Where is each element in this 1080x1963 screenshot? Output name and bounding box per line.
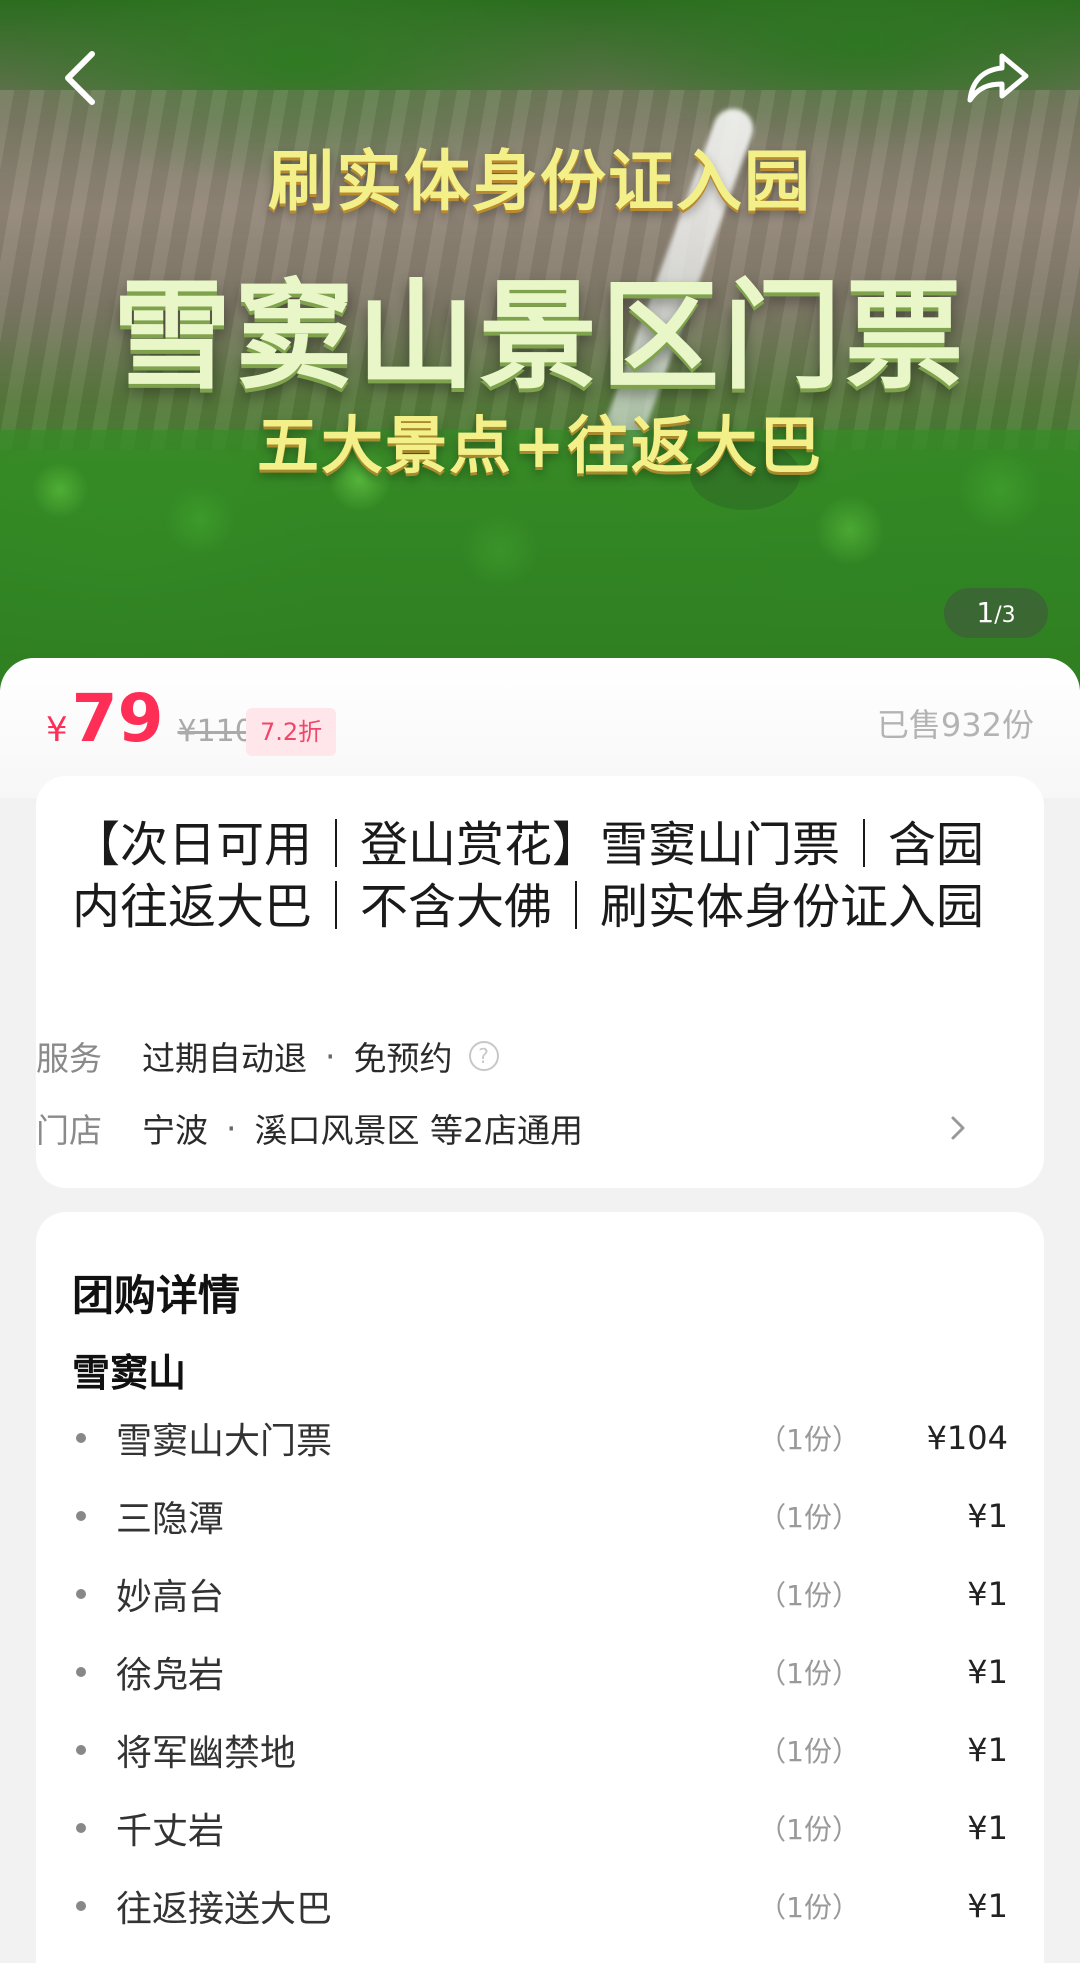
list-item: 将军幽禁地 （1份） ¥1 — [72, 1720, 1008, 1780]
help-icon[interactable]: ? — [468, 1041, 499, 1071]
store-label: 门店 — [36, 1111, 102, 1150]
share-button[interactable] — [958, 38, 1038, 118]
price-row: ¥ 79 ¥110 — [46, 686, 254, 766]
hero-title: 雪窦山景区门票 — [112, 267, 967, 405]
original-price: ¥110 — [177, 714, 254, 749]
back-button[interactable] — [42, 38, 122, 118]
back-arrow-icon — [65, 51, 95, 105]
item-qty: （1份） — [758, 1891, 860, 1924]
item-price: ¥1 — [967, 1887, 1008, 1925]
item-qty: （1份） — [758, 1423, 860, 1456]
bullet-icon — [76, 1433, 86, 1443]
item-name: 妙高台 — [116, 1577, 225, 1618]
item-price: ¥104 — [926, 1419, 1008, 1457]
bullet-icon — [76, 1745, 86, 1755]
item-qty: （1份） — [758, 1579, 860, 1612]
bullet-icon — [76, 1511, 86, 1521]
store-city: 宁波 — [142, 1111, 208, 1150]
product-title: 【次日可用｜登山赏花】雪窦山门票｜含园内往返大巴｜不含大佛｜刷实体身份证入园 — [72, 817, 985, 935]
group-name: 雪窦山 — [72, 1351, 187, 1395]
list-item: 妙高台 （1份） ¥1 — [72, 1564, 1008, 1624]
share-icon — [967, 53, 1029, 103]
item-qty: （1份） — [758, 1657, 860, 1690]
separator-dot: · — [325, 1036, 336, 1076]
pager-total: /3 — [994, 603, 1016, 628]
hero-subtitle-top: 刷实体身份证入园 — [268, 143, 812, 220]
item-name: 雪窦山大门票 — [116, 1421, 333, 1462]
hero-subtitle-bottom: 五大景点+往返大巴 — [257, 409, 823, 482]
list-item: 雪窦山大门票 （1份） ¥104 — [72, 1408, 1008, 1468]
item-price: ¥1 — [967, 1809, 1008, 1847]
item-qty: （1份） — [758, 1501, 860, 1534]
item-qty: （1份） — [758, 1813, 860, 1846]
pager-current: 1 — [976, 596, 995, 629]
store-row[interactable]: 门店 宁波 · 溪口风景区 等2店通用 — [36, 1106, 1006, 1150]
bullet-icon — [76, 1667, 86, 1677]
list-item: 往返接送大巴 （1份） ¥1 — [72, 1876, 1008, 1936]
hero-image[interactable]: 刷实体身份证入园 雪窦山景区门票 五大景点+往返大巴 1/3 — [0, 0, 1080, 690]
item-name: 往返接送大巴 — [116, 1889, 333, 1930]
chevron-right-icon — [951, 1116, 965, 1140]
list-item: 三隐潭 （1份） ¥1 — [72, 1486, 1008, 1546]
bullet-icon — [76, 1901, 86, 1911]
item-name: 千丈岩 — [116, 1811, 225, 1852]
service-no-reservation: 免预约 — [353, 1039, 453, 1078]
group-buy-details-card: 团购详情 雪窦山 雪窦山大门票 （1份） ¥104 三隐潭 （1份） ¥1 妙高… — [36, 1212, 1044, 1963]
product-detail-page: 刷实体身份证入园 雪窦山景区门票 五大景点+往返大巴 1/3 ¥ 79 ¥110… — [0, 0, 1080, 1963]
discount-badge: 7.2折 — [246, 708, 337, 756]
item-qty: （1份） — [758, 1735, 860, 1768]
list-item: 千丈岩 （1份） ¥1 — [72, 1798, 1008, 1858]
bullet-icon — [76, 1589, 86, 1599]
sold-count: 已售932份 — [876, 706, 1034, 744]
section-title: 团购详情 — [72, 1271, 241, 1320]
service-refund: 过期自动退 — [142, 1039, 307, 1078]
list-item: 徐凫岩 （1份） ¥1 — [72, 1642, 1008, 1702]
item-name: 三隐潭 — [116, 1499, 225, 1540]
item-name: 徐凫岩 — [116, 1655, 225, 1696]
item-name: 将军幽禁地 — [116, 1733, 297, 1774]
store-area: 溪口风景区 等2店通用 — [254, 1111, 584, 1150]
item-price: ¥1 — [967, 1731, 1008, 1769]
service-row[interactable]: 服务 过期自动退 · 免预约 ? — [36, 1034, 499, 1078]
item-price: ¥1 — [967, 1653, 1008, 1691]
price-value: 79 — [71, 680, 164, 757]
price-currency: ¥ — [46, 710, 68, 750]
bullet-icon — [76, 1823, 86, 1833]
image-pager: 1/3 — [944, 588, 1048, 638]
item-price: ¥1 — [967, 1497, 1008, 1535]
service-label: 服务 — [36, 1039, 102, 1078]
item-price: ¥1 — [967, 1575, 1008, 1613]
separator-dot: · — [226, 1108, 237, 1148]
